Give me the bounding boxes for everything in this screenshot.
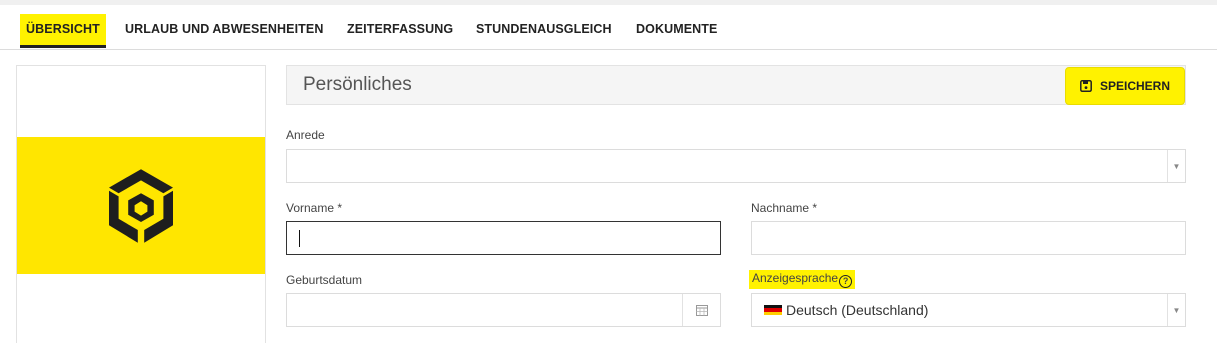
language-value: Deutsch (Deutschland) <box>786 302 929 318</box>
anzeigesprache-label-text: Anzeigesprache <box>752 271 839 285</box>
hexagon-cube-logo-icon <box>109 168 173 243</box>
chevron-down-icon: ▼ <box>1167 294 1185 326</box>
vorname-label: Vorname * <box>286 201 343 215</box>
anzeigesprache-label: Anzeigesprache? <box>749 270 856 289</box>
section-title: Persönliches <box>303 74 412 95</box>
floppy-disk-icon <box>1080 80 1092 92</box>
tab-zeiterfassung[interactable]: ZEITERFASSUNG <box>347 14 453 44</box>
chevron-down-icon: ▼ <box>1167 150 1185 182</box>
company-logo <box>17 137 265 274</box>
geburtsdatum-label: Geburtsdatum <box>286 273 363 287</box>
profile-card <box>16 65 266 343</box>
top-divider <box>0 0 1217 5</box>
anzeigesprache-select[interactable]: Deutsch (Deutschland) ▼ <box>751 293 1186 327</box>
geburtsdatum-input[interactable] <box>286 293 721 327</box>
tab-urlaub-und-abwesenheiten[interactable]: URLAUB UND ABWESENHEITEN <box>125 14 323 44</box>
tab-stundenausgleich[interactable]: STUNDENAUSGLEICH <box>476 14 612 44</box>
tab-bar: ÜBERSICHT URLAUB UND ABWESENHEITEN ZEITE… <box>0 8 1217 50</box>
save-button-label: SPEICHERN <box>1099 79 1170 93</box>
germany-flag-icon <box>764 304 782 316</box>
nachname-input[interactable] <box>751 221 1186 255</box>
question-circle-icon[interactable]: ? <box>839 275 853 288</box>
calendar-button[interactable] <box>682 294 720 326</box>
tab-dokumente[interactable]: DOKUMENTE <box>636 14 717 44</box>
language-selected: Deutsch (Deutschland) <box>764 302 928 318</box>
anrede-select[interactable]: ▼ <box>286 149 1186 183</box>
calendar-icon <box>695 305 708 316</box>
tab-uebersicht[interactable]: ÜBERSICHT <box>20 14 106 48</box>
text-cursor <box>299 230 300 247</box>
nachname-label: Nachname * <box>751 201 818 215</box>
section-header: Persönliches SPEICHERN <box>286 65 1186 105</box>
save-button[interactable]: SPEICHERN <box>1065 67 1185 105</box>
anrede-label: Anrede <box>286 128 325 142</box>
vorname-input[interactable] <box>286 221 721 255</box>
